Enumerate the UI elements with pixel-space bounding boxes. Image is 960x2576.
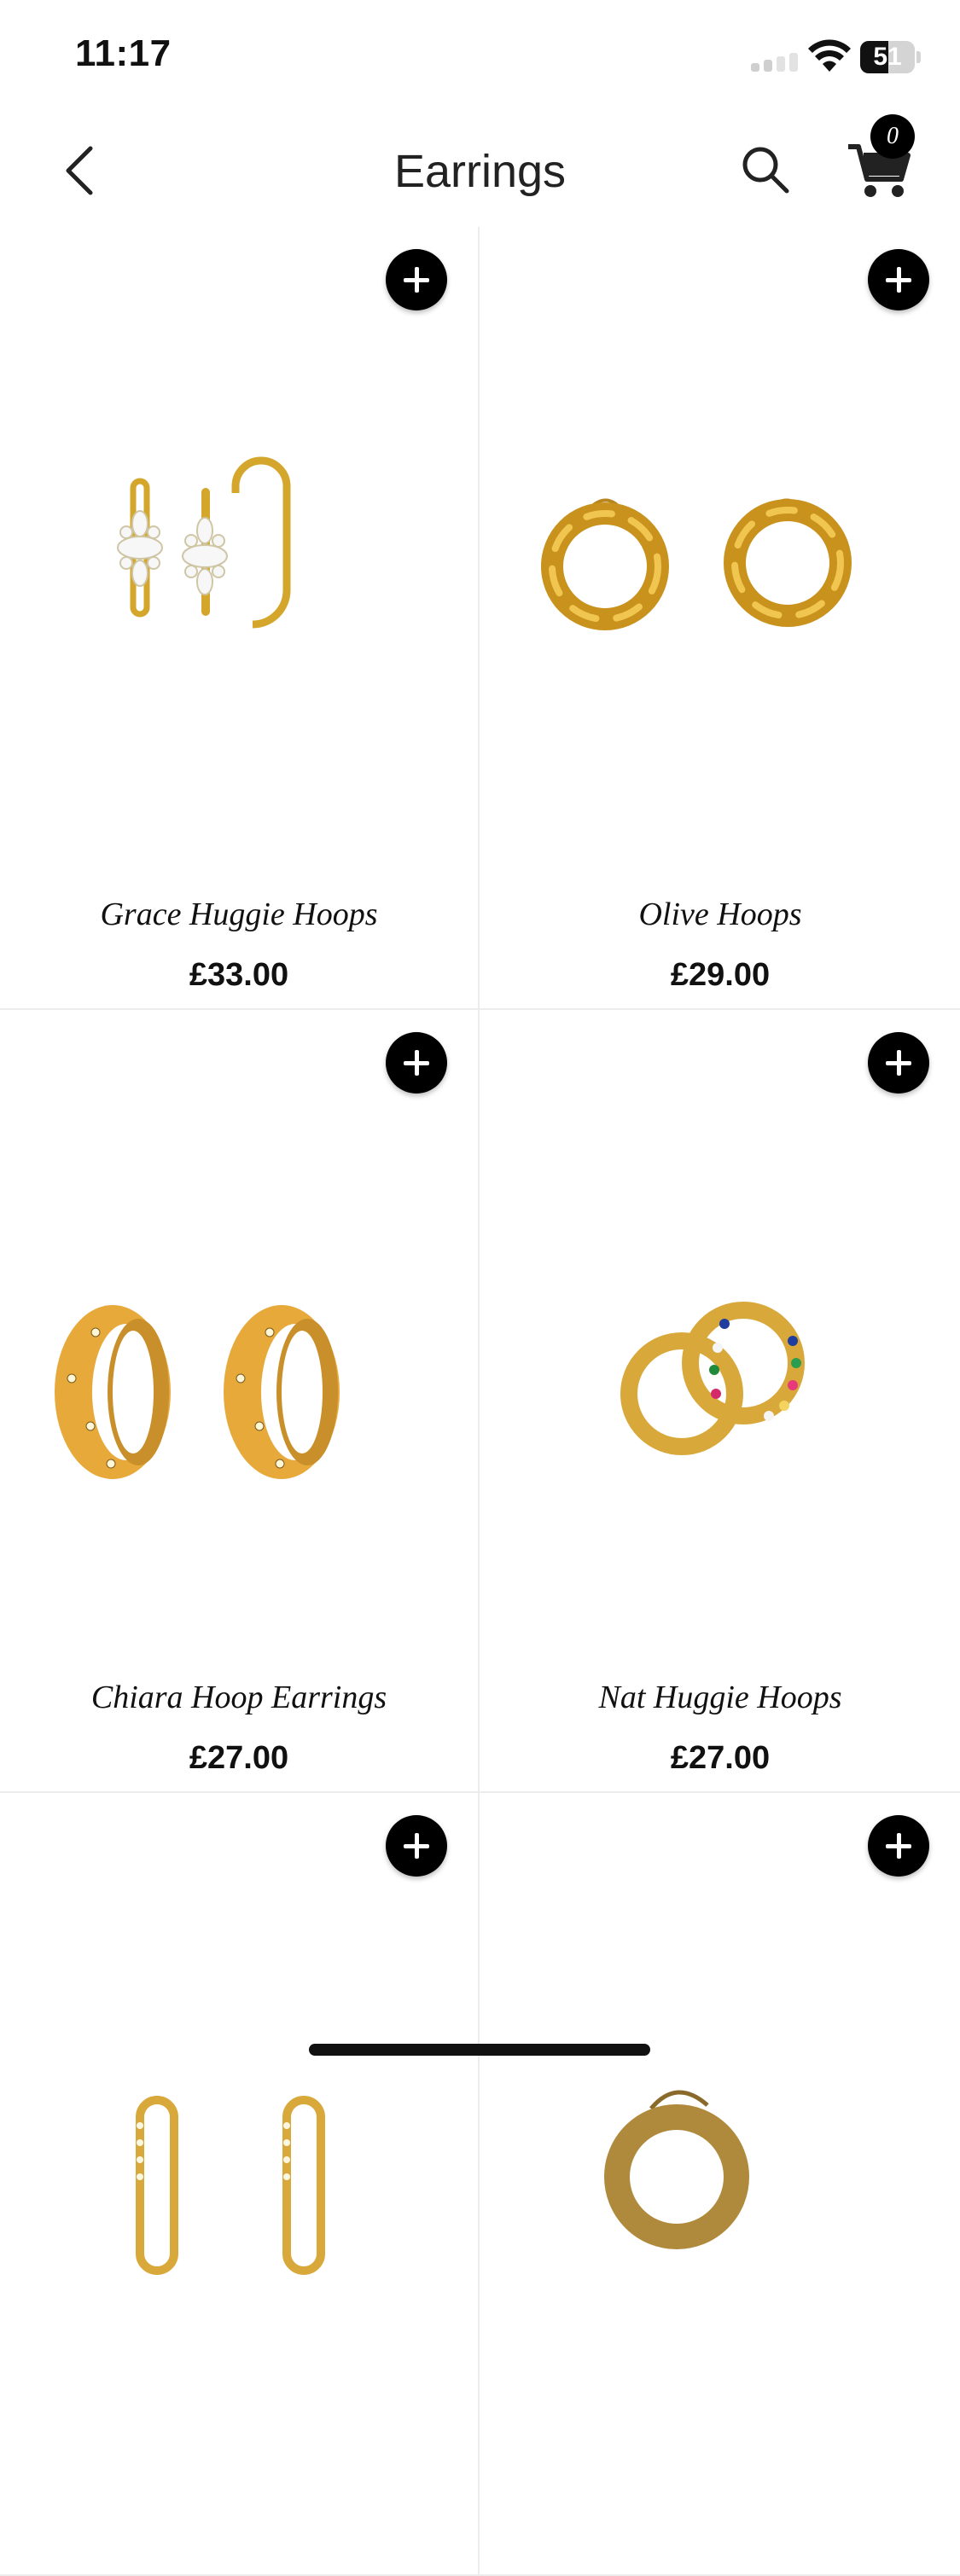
home-indicator[interactable] [309, 2044, 650, 2056]
product-image-olive-hoops[interactable] [515, 329, 926, 807]
product-name[interactable]: Nat Huggie Hoops [480, 1679, 960, 1716]
product-card[interactable]: Grace Huggie Hoops £33.00 [0, 227, 480, 1008]
product-card[interactable]: Olive Hoops £29.00 [480, 227, 960, 1008]
wifi-icon [808, 39, 851, 72]
product-image-pave-link-hoops[interactable] [34, 1895, 445, 2373]
product-name[interactable]: Olive Hoops [480, 896, 960, 933]
product-name[interactable]: Grace Huggie Hoops [0, 896, 478, 933]
cart-count-badge: 0 [870, 114, 915, 159]
product-name[interactable]: Chiara Hoop Earrings [0, 1679, 478, 1716]
add-to-cart-button[interactable] [386, 1032, 447, 1094]
add-to-cart-button[interactable] [868, 1815, 929, 1877]
product-image-grace-huggie-hoops[interactable] [34, 329, 445, 807]
product-grid: Grace Huggie Hoops £33.00 Olive Hoops £2… [0, 227, 960, 2576]
add-to-cart-button[interactable] [868, 1032, 929, 1094]
product-price: £27.00 [670, 1740, 771, 1776]
cellular-signal-icon [751, 49, 800, 72]
battery-percent: 51 [873, 43, 902, 71]
product-card[interactable]: Chiara Hoop Earrings £27.00 [0, 1010, 480, 1791]
search-icon[interactable] [739, 143, 792, 196]
product-price: £27.00 [189, 1740, 289, 1776]
product-image-chunky-hoops[interactable] [515, 1895, 926, 2373]
product-card[interactable] [480, 1793, 960, 2574]
page-title: Earrings [393, 146, 567, 197]
product-row: Grace Huggie Hoops £33.00 Olive Hoops £2… [0, 227, 960, 1010]
battery-icon: 51 [860, 41, 922, 73]
add-to-cart-button[interactable] [386, 1815, 447, 1877]
product-image-nat-huggie-hoops[interactable] [515, 1112, 926, 1590]
product-row: Chiara Hoop Earrings £27.00 Nat Huggie H… [0, 1010, 960, 1793]
product-price: £33.00 [189, 957, 289, 993]
product-card[interactable] [0, 1793, 480, 2574]
product-row [0, 1793, 960, 2576]
status-time: 11:17 [75, 32, 172, 74]
add-to-cart-button[interactable] [386, 249, 447, 310]
add-to-cart-button[interactable] [868, 249, 929, 310]
product-image-chiara-hoop-earrings[interactable] [34, 1112, 445, 1590]
navigation-bar: Earrings 0 [0, 111, 960, 227]
status-bar: 11:17 51 [0, 0, 960, 111]
product-price: £29.00 [670, 957, 771, 993]
product-card[interactable]: Nat Huggie Hoops £27.00 [480, 1010, 960, 1791]
